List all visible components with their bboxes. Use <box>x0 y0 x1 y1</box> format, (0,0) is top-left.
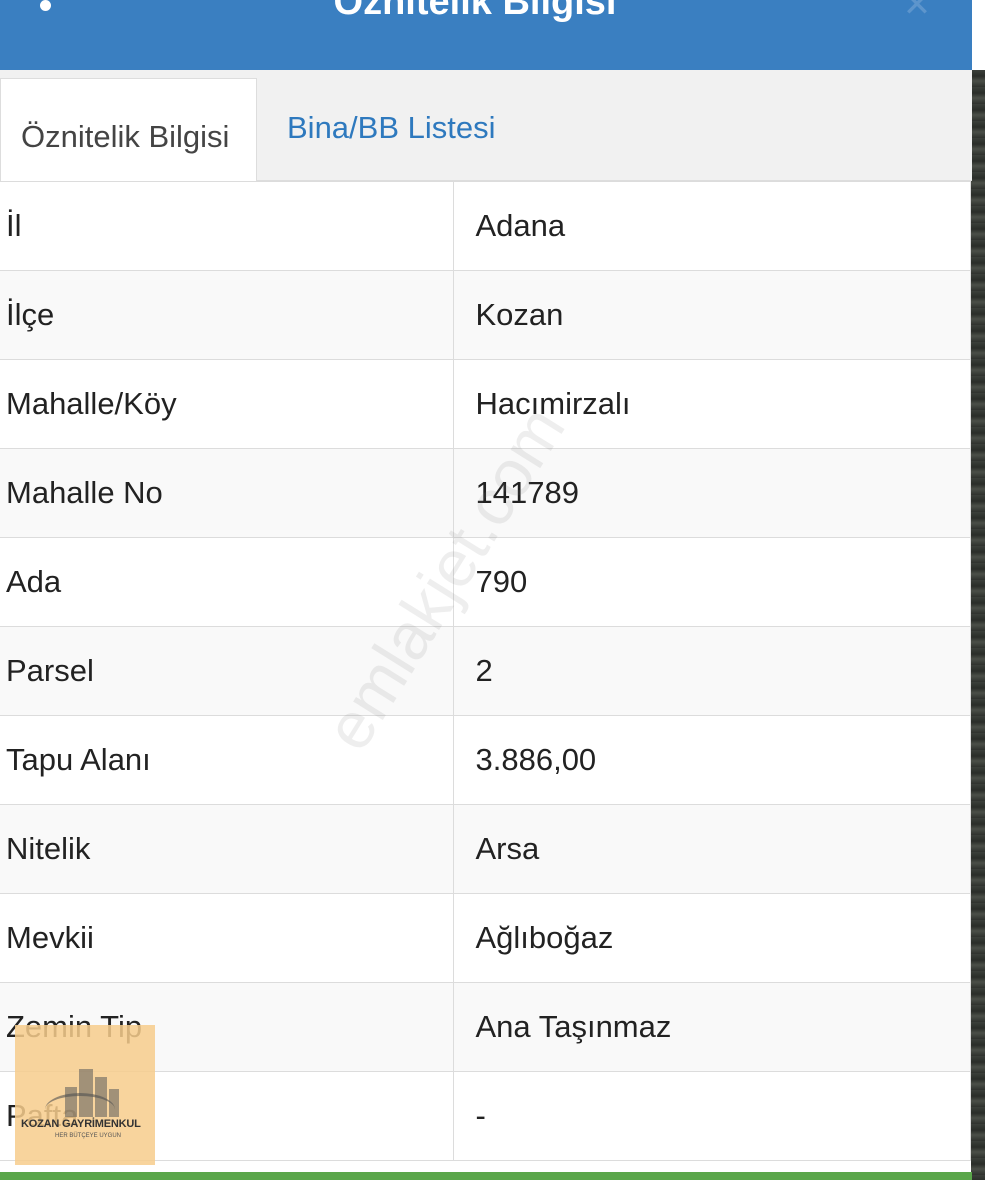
table-row: Parsel 2 <box>0 626 971 716</box>
tab-attribute-info[interactable]: Öznitelik Bilgisi <box>0 78 257 181</box>
table-row: İl Adana <box>0 181 971 271</box>
attribute-value: 141789 <box>452 448 971 538</box>
tab-building-list[interactable]: Bina/BB Listesi <box>287 110 496 146</box>
table-row: Tapu Alanı 3.886,00 <box>0 715 971 805</box>
attribute-value: Ağlıboğaz <box>452 893 971 983</box>
table-row: İlçe Kozan <box>0 270 971 360</box>
attribute-name: Tapu Alanı <box>0 715 454 805</box>
table-row: Mahalle/Köy Hacımirzalı <box>0 359 971 449</box>
dialog-title: Öznitelik Bilgisi <box>333 0 617 23</box>
attribute-value: 3.886,00 <box>452 715 971 805</box>
attribute-value: Arsa <box>452 804 971 894</box>
tab-bar: Öznitelik Bilgisi Bina/BB Listesi <box>0 70 972 181</box>
close-icon[interactable]: ✕ <box>900 0 934 22</box>
bottom-accent-bar <box>0 1172 972 1180</box>
attribute-name: Mevkii <box>0 893 454 983</box>
attribute-name: Ada <box>0 537 454 627</box>
attribute-value: 2 <box>452 626 971 716</box>
dialog-header: Öznitelik Bilgisi ✕ <box>0 0 972 70</box>
logo-company-name: KOZAN GAYRİMENKUL <box>21 1118 141 1130</box>
attribute-name: İlçe <box>0 270 454 360</box>
table-row: Mahalle No 141789 <box>0 448 971 538</box>
company-logo: KOZAN GAYRİMENKUL HER BÜTÇEYE UYGUN <box>15 1025 155 1165</box>
logo-tagline: HER BÜTÇEYE UYGUN <box>55 1133 122 1139</box>
tab-attribute-info-label: Öznitelik Bilgisi <box>21 119 230 154</box>
map-background-strip <box>971 70 985 1180</box>
attribute-name: Mahalle/Köy <box>0 359 454 449</box>
attribute-name: Parsel <box>0 626 454 716</box>
attribute-name: Nitelik <box>0 804 454 894</box>
attribute-value: Ana Taşınmaz <box>452 982 971 1072</box>
table-row: Ada 790 <box>0 537 971 627</box>
attribute-info-dialog: Öznitelik Bilgisi ✕ Öznitelik Bilgisi Bi… <box>0 0 985 1180</box>
attribute-value: Hacımirzalı <box>452 359 971 449</box>
table-row: Mevkii Ağlıboğaz <box>0 893 971 983</box>
table-row: Nitelik Arsa <box>0 804 971 894</box>
attribute-table: İl Adana İlçe Kozan Mahalle/Köy Hacımirzalı Ma… <box>0 181 971 1161</box>
attribute-value: 790 <box>452 537 971 627</box>
attribute-name: İl <box>0 181 454 271</box>
attribute-value: Adana <box>452 181 971 271</box>
attribute-name: Mahalle No <box>0 448 454 538</box>
attribute-value: - <box>452 1071 971 1161</box>
attribute-value: Kozan <box>452 270 971 360</box>
